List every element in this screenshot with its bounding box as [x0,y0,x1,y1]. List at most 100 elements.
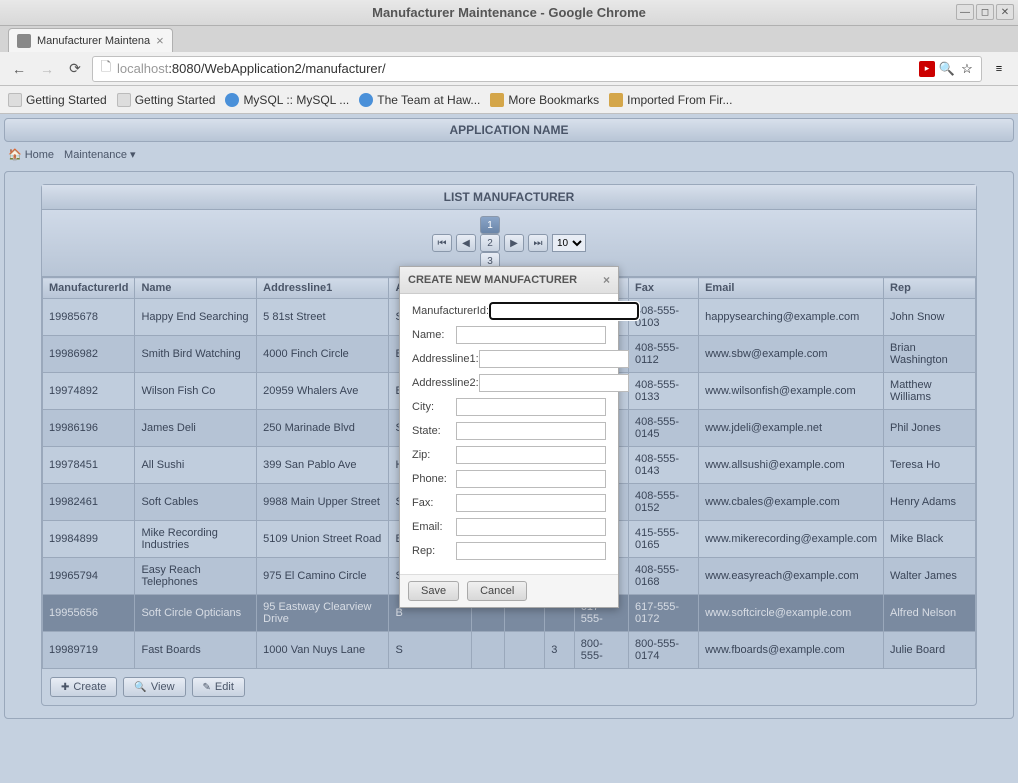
bookmark-label: Imported From Fir... [627,93,732,107]
bookmark-label: Getting Started [135,93,216,107]
browser-tab-strip: Manufacturer Maintena × [0,26,1018,52]
form-label-rep: Rep: [412,545,456,557]
dialog-body: ManufacturerId:Name:Addressline1:Address… [400,294,618,574]
table-cell: 408-555-0112 [629,336,699,373]
edit-button[interactable]: ✎Edit [192,677,245,697]
page-icon [117,93,131,107]
table-cell: 399 San Pablo Ave [257,447,389,484]
url-text: localhost:8080/WebApplication2/manufactu… [117,61,915,76]
table-cell: 20959 Whalers Ave [257,373,389,410]
table-cell: 19986196 [43,410,135,447]
table-cell: 5 81st Street [257,299,389,336]
app-header: APPLICATION NAME [4,118,1014,142]
bookmark-label: More Bookmarks [508,93,599,107]
table-cell: 4000 Finch Circle [257,336,389,373]
table-cell: John Snow [884,299,976,336]
email-field[interactable] [456,518,606,536]
table-cell: www.sbw@example.com [699,336,884,373]
table-cell: www.allsushi@example.com [699,447,884,484]
fax-field[interactable] [456,494,606,512]
table-cell: 95 Eastway Clearview Drive [257,595,389,632]
table-cell: 19978451 [43,447,135,484]
table-cell: Alfred Nelson [884,595,976,632]
folder-icon [490,93,504,107]
addressline2-field[interactable] [479,374,629,392]
table-cell: 408-555-0143 [629,447,699,484]
bookmark-item[interactable]: More Bookmarks [490,93,599,107]
dialog-close-icon[interactable]: × [603,273,610,287]
window-close-button[interactable]: ✕ [996,4,1014,20]
state-field[interactable] [456,422,606,440]
bookmark-item[interactable]: Getting Started [8,93,107,107]
zoom-icon[interactable]: 🔍 [939,61,955,77]
window-titlebar: Manufacturer Maintenance - Google Chrome… [0,0,1018,26]
forward-button[interactable]: → [36,58,58,80]
list-title: LIST MANUFACTURER [42,185,976,210]
column-header[interactable]: Name [135,278,257,299]
table-row[interactable]: 19989719Fast Boards1000 Van Nuys LaneS38… [43,632,976,669]
form-label-name: Name: [412,329,456,341]
column-header[interactable]: Addressline1 [257,278,389,299]
phone-field[interactable] [456,470,606,488]
bookmark-item[interactable]: The Team at Haw... [359,93,480,107]
chrome-menu-button[interactable]: ≡ [988,58,1010,80]
window-minimize-button[interactable]: — [956,4,974,20]
breadcrumb-maintenance[interactable]: Maintenance ▾ [64,148,136,161]
form-label-addressline2: Addressline2: [412,377,479,389]
zip-field[interactable] [456,446,606,464]
window-title: Manufacturer Maintenance - Google Chrome [372,5,646,20]
browser-nav-bar: ← → ⟳ 🗋 localhost:8080/WebApplication2/m… [0,52,1018,86]
table-cell: 408-555-0145 [629,410,699,447]
bookmark-item[interactable]: Getting Started [117,93,216,107]
table-cell: www.wilsonfish@example.com [699,373,884,410]
page-first-button[interactable]: ⏮ [432,234,452,252]
page-icon: 🗋 [99,62,113,76]
form-label-manufacturerid: ManufacturerId: [412,305,489,317]
view-button[interactable]: 🔍View [123,677,185,697]
favicon-icon [17,34,31,48]
table-cell: Brian Washington [884,336,976,373]
column-header[interactable]: Fax [629,278,699,299]
back-button[interactable]: ← [8,58,30,80]
column-header[interactable]: Email [699,278,884,299]
globe-icon [225,93,239,107]
table-cell: Phil Jones [884,410,976,447]
addressline1-field[interactable] [479,350,629,368]
save-button[interactable]: Save [408,581,459,601]
city-field[interactable] [456,398,606,416]
bookmark-item[interactable]: MySQL :: MySQL ... [225,93,349,107]
column-header[interactable]: Rep [884,278,976,299]
bookmark-star-icon[interactable]: ☆ [959,61,975,77]
globe-icon [359,93,373,107]
flash-icon[interactable]: ▸ [919,61,935,77]
dialog-header[interactable]: CREATE NEW MANUFACTURER × [400,267,618,294]
name-field[interactable] [456,326,606,344]
column-header[interactable]: ManufacturerId [43,278,135,299]
tab-close-icon[interactable]: × [156,33,164,48]
manufacturerid-field[interactable] [489,302,639,320]
page-size-select[interactable]: 10 [552,234,586,252]
window-maximize-button[interactable]: ◻ [976,4,994,20]
page-number-button[interactable]: 1 [480,216,500,234]
form-label-state: State: [412,425,456,437]
create-button[interactable]: ✚Create [50,677,117,697]
page-prev-button[interactable]: ◀ [456,234,476,252]
table-cell: James Deli [135,410,257,447]
table-cell: 19955656 [43,595,135,632]
table-cell: www.cbales@example.com [699,484,884,521]
table-cell: Wilson Fish Co [135,373,257,410]
rep-field[interactable] [456,542,606,560]
bookmark-item[interactable]: Imported From Fir... [609,93,732,107]
bookmark-label: MySQL :: MySQL ... [243,93,349,107]
breadcrumb-home[interactable]: 🏠 Home [8,148,54,161]
browser-tab[interactable]: Manufacturer Maintena × [8,28,173,52]
page-number-button[interactable]: 2 [480,234,500,252]
reload-button[interactable]: ⟳ [64,58,86,80]
plus-icon: ✚ [61,682,69,693]
page-next-button[interactable]: ▶ [504,234,524,252]
cancel-button[interactable]: Cancel [467,581,527,601]
bookmark-label: Getting Started [26,93,107,107]
page-last-button[interactable]: ⏭ [528,234,548,252]
url-bar[interactable]: 🗋 localhost:8080/WebApplication2/manufac… [92,56,982,82]
search-icon: 🔍 [134,682,146,693]
